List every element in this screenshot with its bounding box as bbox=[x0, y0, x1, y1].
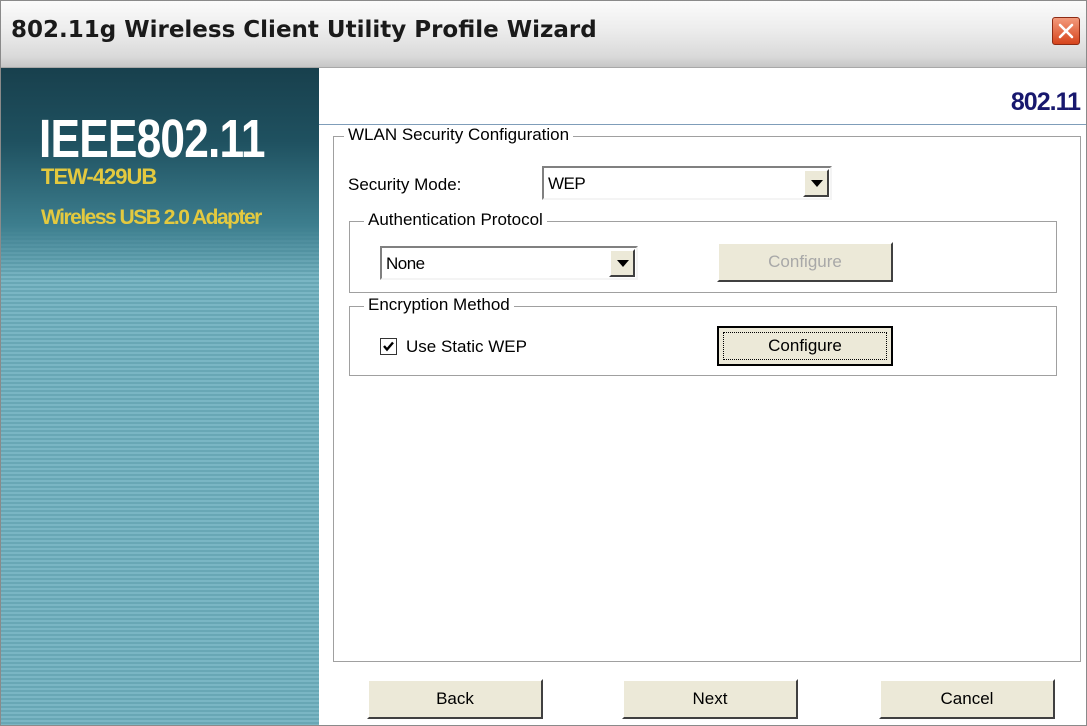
close-icon bbox=[1058, 23, 1074, 39]
authentication-dropdown-button[interactable] bbox=[609, 249, 635, 277]
cancel-label: Cancel bbox=[940, 689, 994, 708]
authentication-protocol-select[interactable]: None bbox=[380, 246, 638, 280]
encryption-configure-button[interactable]: Configure bbox=[717, 326, 893, 366]
static-wep-label: Use Static WEP bbox=[406, 337, 527, 356]
security-mode-label: Security Mode: bbox=[348, 175, 462, 194]
authentication-group: Authentication Protocol None Configure bbox=[349, 210, 1057, 293]
close-button[interactable] bbox=[1052, 17, 1080, 45]
next-button[interactable]: Next bbox=[622, 679, 798, 719]
security-mode-select[interactable]: WEP bbox=[542, 166, 832, 200]
authentication-configure-label: Configure bbox=[768, 252, 842, 271]
corner-logo: 802.11 bbox=[1010, 88, 1081, 116]
checkmark-icon bbox=[383, 341, 394, 352]
sidebar-banner: IEEE802.11 TEW-429UB Wireless USB 2.0 Ad… bbox=[1, 68, 319, 725]
authentication-configure-button[interactable]: Configure bbox=[717, 242, 893, 282]
wlan-security-group-label: WLAN Security Configuration bbox=[344, 125, 574, 145]
encryption-group: Encryption Method Use Static WEP Configu… bbox=[349, 295, 1057, 376]
encryption-configure-label: Configure bbox=[768, 336, 842, 355]
back-label: Back bbox=[436, 689, 474, 708]
back-button[interactable]: Back bbox=[367, 679, 543, 719]
authentication-group-label: Authentication Protocol bbox=[364, 210, 547, 230]
cancel-button[interactable]: Cancel bbox=[879, 679, 1055, 719]
static-wep-checkbox[interactable] bbox=[380, 338, 397, 355]
brand-model: TEW-429UB bbox=[41, 164, 157, 189]
security-mode-dropdown-button[interactable] bbox=[803, 169, 829, 197]
title-bar[interactable]: 802.11g Wireless Client Utility Profile … bbox=[1, 1, 1086, 68]
next-label: Next bbox=[692, 689, 728, 708]
wizard-window: 802.11g Wireless Client Utility Profile … bbox=[0, 0, 1087, 726]
chevron-down-icon bbox=[811, 180, 823, 187]
brand-description: Wireless USB 2.0 Adapter bbox=[41, 206, 262, 229]
brand-title: IEEE802.11 bbox=[39, 109, 266, 169]
encryption-group-label: Encryption Method bbox=[364, 295, 514, 315]
content-panel: 802.11 WLAN Security Configuration Secur… bbox=[319, 68, 1086, 725]
security-mode-value: WEP bbox=[548, 174, 586, 193]
footer-bar: Back Next Cancel bbox=[319, 673, 1086, 725]
wlan-security-group: WLAN Security Configuration Security Mod… bbox=[333, 125, 1081, 662]
authentication-protocol-value: None bbox=[386, 254, 425, 273]
window-title: 802.11g Wireless Client Utility Profile … bbox=[11, 17, 597, 43]
chevron-down-icon bbox=[617, 260, 629, 267]
